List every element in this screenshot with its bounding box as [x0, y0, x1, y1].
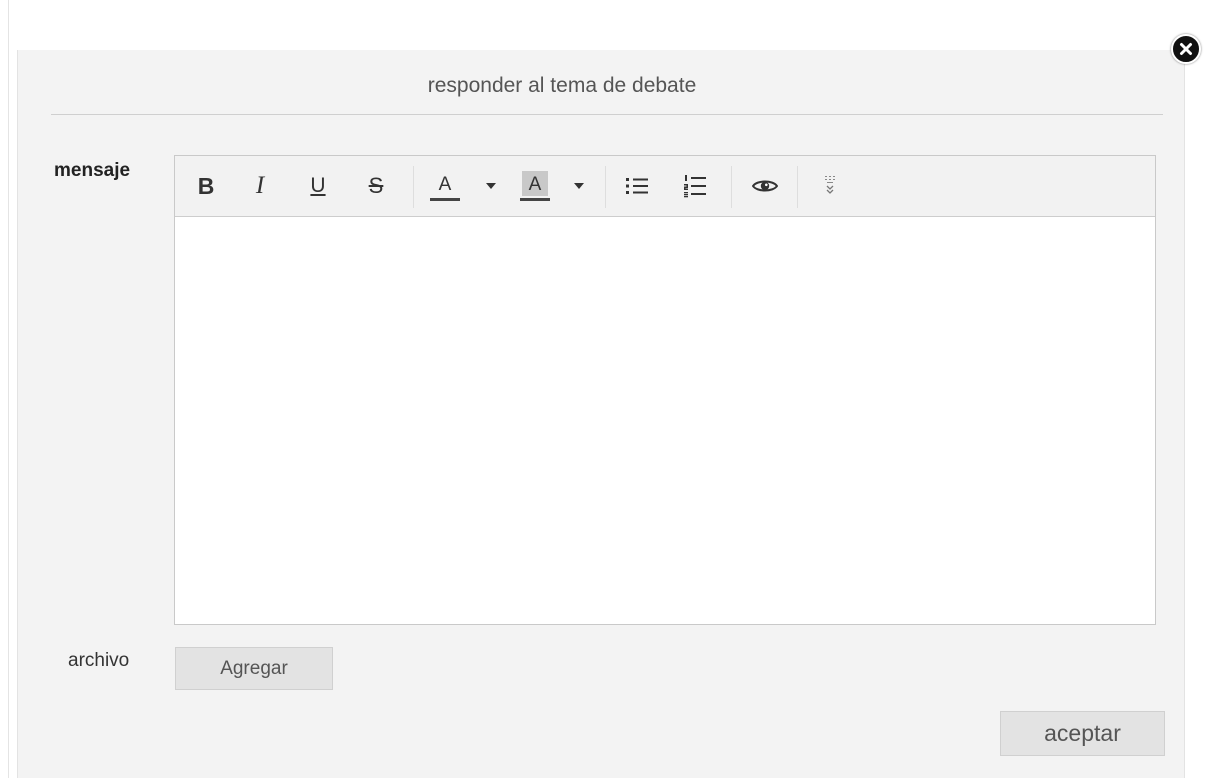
- background-color-dropdown[interactable]: [569, 156, 589, 216]
- page-edge-line: [8, 0, 9, 778]
- message-textarea[interactable]: [175, 217, 1155, 624]
- bullet-list-icon: [626, 178, 648, 194]
- add-file-button[interactable]: Agregar: [175, 647, 333, 690]
- background-color-underline: [520, 198, 550, 201]
- message-label: mensaje: [54, 160, 131, 181]
- toolbar-separator: [605, 166, 606, 208]
- page: responder al tema de debate mensaje B I …: [0, 0, 1206, 778]
- rich-text-editor: B I U S A A: [174, 155, 1156, 625]
- file-label: archivo: [68, 650, 130, 671]
- strikethrough-icon: S: [368, 173, 384, 198]
- background-color-button[interactable]: A: [515, 156, 555, 216]
- more-tools-button[interactable]: [815, 156, 845, 216]
- accept-button[interactable]: aceptar: [1000, 711, 1165, 756]
- toolbar-separator: [413, 166, 414, 208]
- strikethrough-button[interactable]: S: [359, 156, 393, 216]
- editor-toolbar: B I U S A A: [175, 156, 1155, 217]
- reply-dialog: responder al tema de debate mensaje B I …: [17, 50, 1185, 778]
- underline-icon: U: [310, 174, 326, 197]
- preview-button[interactable]: [745, 156, 785, 216]
- font-color-dropdown[interactable]: [481, 156, 501, 216]
- underline-button[interactable]: U: [301, 156, 335, 216]
- dialog-title: responder al tema de debate: [427, 74, 697, 97]
- background-color-icon: A: [520, 168, 550, 204]
- font-color-letter: A: [438, 174, 452, 195]
- toolbar-separator: [731, 166, 732, 208]
- bold-button[interactable]: B: [189, 156, 223, 216]
- numbered-list-icon: [684, 175, 706, 198]
- title-divider: [51, 114, 1163, 115]
- bullet-list-button[interactable]: [619, 156, 655, 216]
- close-dialog-button[interactable]: [1171, 34, 1201, 64]
- preview-eye-icon: [752, 180, 778, 192]
- numbered-list-button[interactable]: [677, 156, 713, 216]
- font-color-icon: A: [430, 168, 460, 204]
- font-color-swatch: [430, 198, 460, 201]
- close-icon: [1180, 43, 1192, 55]
- background-color-letter: A: [528, 174, 542, 195]
- more-tools-icon: [825, 176, 835, 194]
- toolbar-separator: [797, 166, 798, 208]
- italic-button[interactable]: I: [243, 156, 277, 216]
- bold-icon: B: [197, 172, 215, 199]
- italic-icon: I: [255, 172, 265, 199]
- font-color-button[interactable]: A: [425, 156, 465, 216]
- chevron-down-icon: [574, 183, 584, 189]
- chevron-down-icon: [486, 183, 496, 189]
